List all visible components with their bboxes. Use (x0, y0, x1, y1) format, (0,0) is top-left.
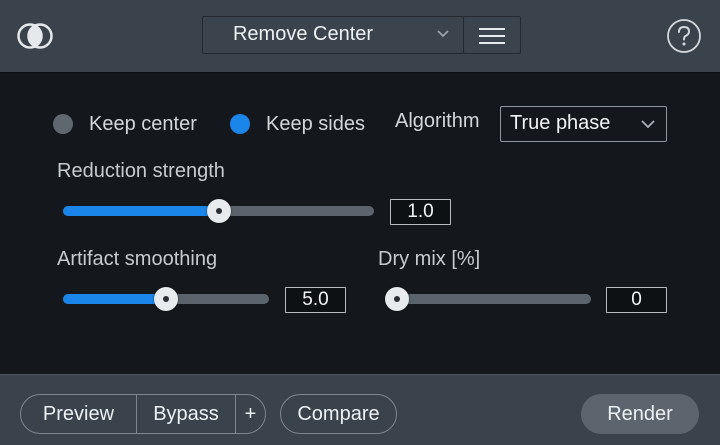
preview-button[interactable]: Preview (21, 395, 137, 433)
dry-mix-label: Dry mix [%] (378, 248, 481, 270)
radio-keep-sides[interactable]: Keep sides (230, 109, 365, 139)
compare-button[interactable]: Compare (280, 394, 397, 434)
radio-keep-sides-label: Keep sides (266, 112, 365, 135)
header-bar: Remove Center (0, 0, 720, 72)
dry-mix-value[interactable]: 0 (606, 287, 667, 313)
preset-menu-button[interactable] (463, 16, 521, 54)
preset-value: Remove Center (232, 23, 374, 45)
preset-dropdown[interactable]: Remove Center (202, 16, 464, 54)
preview-button-group: Preview Bypass + (20, 394, 266, 434)
reduction-strength-label: Reduction strength (57, 160, 225, 182)
artifact-smoothing-slider[interactable] (63, 286, 269, 311)
slider-track (385, 294, 591, 304)
reduction-strength-value[interactable]: 1.0 (390, 199, 451, 225)
chevron-down-icon (437, 30, 449, 38)
question-mark-icon[interactable] (666, 18, 702, 54)
render-button[interactable]: Render (581, 394, 699, 434)
slider-thumb[interactable] (154, 287, 178, 311)
reduction-strength-slider[interactable] (63, 198, 374, 223)
overlapping-circles-icon[interactable] (16, 20, 54, 52)
radio-keep-center[interactable]: Keep center (53, 109, 197, 139)
chevron-down-icon (641, 120, 655, 129)
artifact-smoothing-label: Artifact smoothing (57, 248, 218, 270)
algorithm-value: True phase (510, 112, 611, 134)
footer-bar: Preview Bypass + Compare Render (0, 374, 720, 445)
radio-selected-icon (230, 114, 250, 134)
add-bypass-button[interactable]: + (236, 395, 265, 433)
radio-keep-center-label: Keep center (89, 112, 197, 135)
hamburger-menu-icon (479, 28, 505, 44)
algorithm-label: Algorithm (395, 110, 480, 132)
slider-thumb[interactable] (207, 199, 231, 223)
bypass-button[interactable]: Bypass (137, 395, 236, 433)
radio-unselected-icon (53, 114, 73, 134)
algorithm-dropdown[interactable]: True phase (500, 106, 667, 142)
slider-fill (63, 294, 166, 304)
dry-mix-slider[interactable] (385, 286, 591, 311)
slider-fill (63, 206, 219, 216)
slider-thumb[interactable] (385, 287, 409, 311)
artifact-smoothing-value[interactable]: 5.0 (285, 287, 346, 313)
